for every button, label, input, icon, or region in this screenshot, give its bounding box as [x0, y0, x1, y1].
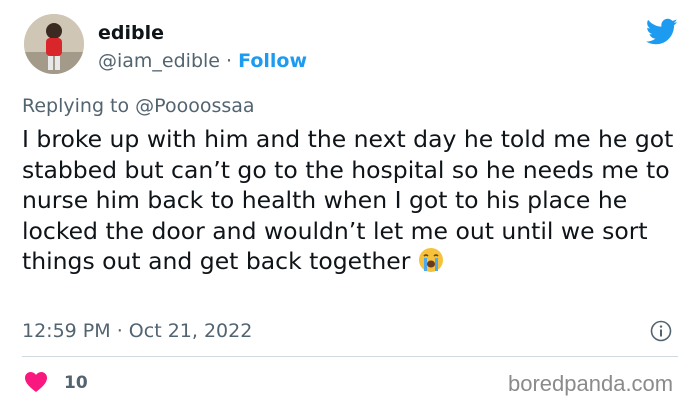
- info-icon[interactable]: [650, 320, 672, 342]
- tweet-text-block: I broke up with him and the next day he …: [22, 124, 682, 277]
- tweet-date[interactable]: Oct 21, 2022: [129, 320, 253, 342]
- twitter-bird-icon[interactable]: [645, 18, 678, 46]
- tweet-text: I broke up with him and the next day he …: [22, 125, 674, 275]
- author-display-name[interactable]: edible: [98, 22, 164, 44]
- replying-to-label: Replying to: [22, 95, 130, 117]
- author-handle[interactable]: @iam_edible: [98, 50, 220, 72]
- crying-face-emoji: [418, 247, 444, 273]
- follow-button[interactable]: Follow: [238, 50, 307, 72]
- tweet-card: edible @iam_edible · Follow Replying to …: [0, 0, 700, 410]
- watermark: boredpanda.com: [508, 371, 674, 396]
- tweet-time[interactable]: 12:59 PM: [22, 320, 111, 342]
- heart-icon[interactable]: [24, 371, 48, 393]
- avatar[interactable]: [24, 14, 84, 74]
- divider: [22, 356, 678, 357]
- author-handle-row: @iam_edible · Follow: [98, 50, 307, 72]
- replying-to: Replying to @Poooossaa: [22, 95, 255, 117]
- timestamp-separator: ·: [116, 320, 123, 342]
- like-count[interactable]: 10: [64, 373, 88, 393]
- replying-to-handle[interactable]: @Poooossaa: [135, 95, 254, 117]
- tweet-timestamp[interactable]: 12:59 PM · Oct 21, 2022: [22, 320, 252, 342]
- handle-separator: ·: [226, 50, 233, 72]
